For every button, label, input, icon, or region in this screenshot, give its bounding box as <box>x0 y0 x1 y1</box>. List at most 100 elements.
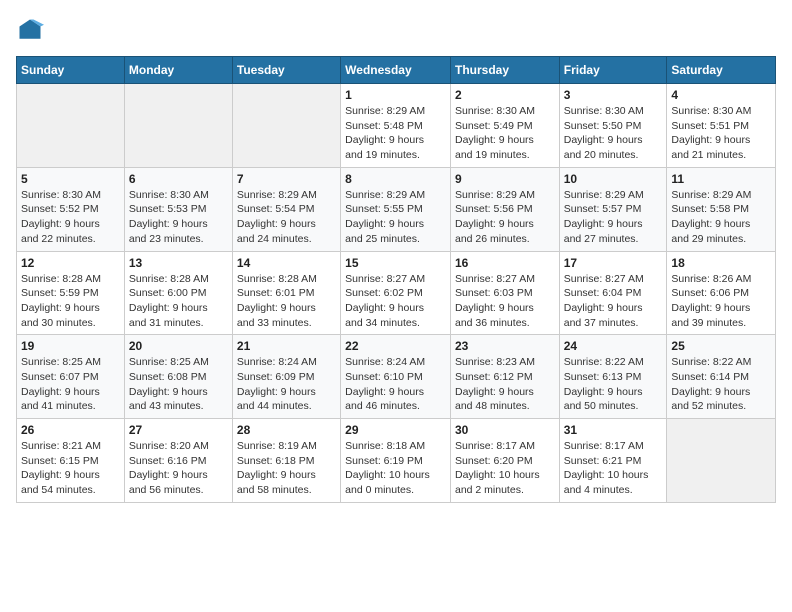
calendar-cell: 19 Sunrise: 8:25 AM Sunset: 6:07 PM Dayli… <box>17 335 125 419</box>
calendar-week-row: 26 Sunrise: 8:21 AM Sunset: 6:15 PM Dayli… <box>17 419 776 503</box>
day-detail: Sunrise: 8:29 AM Sunset: 5:55 PM Dayligh… <box>345 188 446 247</box>
day-number: 6 <box>129 172 228 186</box>
day-number: 14 <box>237 256 336 270</box>
calendar-week-row: 5 Sunrise: 8:30 AM Sunset: 5:52 PM Daylig… <box>17 167 776 251</box>
day-detail: Sunrise: 8:30 AM Sunset: 5:53 PM Dayligh… <box>129 188 228 247</box>
weekday-header-saturday: Saturday <box>667 57 776 84</box>
day-number: 31 <box>564 423 663 437</box>
day-detail: Sunrise: 8:25 AM Sunset: 6:07 PM Dayligh… <box>21 355 120 414</box>
day-detail: Sunrise: 8:28 AM Sunset: 5:59 PM Dayligh… <box>21 272 120 331</box>
weekday-header-sunday: Sunday <box>17 57 125 84</box>
calendar-cell: 15 Sunrise: 8:27 AM Sunset: 6:02 PM Dayli… <box>341 251 451 335</box>
day-number: 29 <box>345 423 446 437</box>
day-number: 15 <box>345 256 446 270</box>
day-number: 7 <box>237 172 336 186</box>
day-number: 23 <box>455 339 555 353</box>
calendar-cell: 8 Sunrise: 8:29 AM Sunset: 5:55 PM Daylig… <box>341 167 451 251</box>
day-detail: Sunrise: 8:29 AM Sunset: 5:56 PM Dayligh… <box>455 188 555 247</box>
calendar-cell: 11 Sunrise: 8:29 AM Sunset: 5:58 PM Dayli… <box>667 167 776 251</box>
day-detail: Sunrise: 8:29 AM Sunset: 5:48 PM Dayligh… <box>345 104 446 163</box>
calendar-table: SundayMondayTuesdayWednesdayThursdayFrid… <box>16 56 776 503</box>
calendar-cell: 27 Sunrise: 8:20 AM Sunset: 6:16 PM Dayli… <box>124 419 232 503</box>
calendar-cell: 1Sunrise: 8:29 AM Sunset: 5:48 PM Daylig… <box>341 84 451 168</box>
day-detail: Sunrise: 8:20 AM Sunset: 6:16 PM Dayligh… <box>129 439 228 498</box>
day-detail: Sunrise: 8:28 AM Sunset: 6:01 PM Dayligh… <box>237 272 336 331</box>
day-number: 30 <box>455 423 555 437</box>
calendar-week-row: 12 Sunrise: 8:28 AM Sunset: 5:59 PM Dayli… <box>17 251 776 335</box>
day-number: 3 <box>564 88 663 102</box>
calendar-cell: 24 Sunrise: 8:22 AM Sunset: 6:13 PM Dayli… <box>559 335 667 419</box>
day-number: 18 <box>671 256 771 270</box>
weekday-header-tuesday: Tuesday <box>232 57 340 84</box>
calendar-cell: 2Sunrise: 8:30 AM Sunset: 5:49 PM Daylig… <box>450 84 559 168</box>
day-detail: Sunrise: 8:30 AM Sunset: 5:50 PM Dayligh… <box>564 104 663 163</box>
day-detail: Sunrise: 8:27 AM Sunset: 6:04 PM Dayligh… <box>564 272 663 331</box>
calendar-cell: 5 Sunrise: 8:30 AM Sunset: 5:52 PM Daylig… <box>17 167 125 251</box>
calendar-week-row: 19 Sunrise: 8:25 AM Sunset: 6:07 PM Dayli… <box>17 335 776 419</box>
calendar-cell: 3 Sunrise: 8:30 AM Sunset: 5:50 PM Daylig… <box>559 84 667 168</box>
day-detail: Sunrise: 8:27 AM Sunset: 6:03 PM Dayligh… <box>455 272 555 331</box>
day-number: 12 <box>21 256 120 270</box>
day-number: 4 <box>671 88 771 102</box>
day-number: 2 <box>455 88 555 102</box>
day-detail: Sunrise: 8:27 AM Sunset: 6:02 PM Dayligh… <box>345 272 446 331</box>
day-detail: Sunrise: 8:30 AM Sunset: 5:52 PM Dayligh… <box>21 188 120 247</box>
day-number: 5 <box>21 172 120 186</box>
calendar-cell: 29 Sunrise: 8:18 AM Sunset: 6:19 PM Dayli… <box>341 419 451 503</box>
day-detail: Sunrise: 8:17 AM Sunset: 6:21 PM Dayligh… <box>564 439 663 498</box>
calendar-cell: 12 Sunrise: 8:28 AM Sunset: 5:59 PM Dayli… <box>17 251 125 335</box>
calendar-cell: 28 Sunrise: 8:19 AM Sunset: 6:18 PM Dayli… <box>232 419 340 503</box>
day-number: 8 <box>345 172 446 186</box>
weekday-header-monday: Monday <box>124 57 232 84</box>
day-detail: Sunrise: 8:28 AM Sunset: 6:00 PM Dayligh… <box>129 272 228 331</box>
calendar-cell: 31 Sunrise: 8:17 AM Sunset: 6:21 PM Dayli… <box>559 419 667 503</box>
calendar-cell: 16Sunrise: 8:27 AM Sunset: 6:03 PM Dayli… <box>450 251 559 335</box>
calendar-cell: 10Sunrise: 8:29 AM Sunset: 5:57 PM Dayli… <box>559 167 667 251</box>
calendar-cell: 20Sunrise: 8:25 AM Sunset: 6:08 PM Dayli… <box>124 335 232 419</box>
day-detail: Sunrise: 8:22 AM Sunset: 6:14 PM Dayligh… <box>671 355 771 414</box>
calendar-cell: 25 Sunrise: 8:22 AM Sunset: 6:14 PM Dayli… <box>667 335 776 419</box>
day-detail: Sunrise: 8:24 AM Sunset: 6:09 PM Dayligh… <box>237 355 336 414</box>
day-number: 19 <box>21 339 120 353</box>
day-detail: Sunrise: 8:18 AM Sunset: 6:19 PM Dayligh… <box>345 439 446 498</box>
weekday-header-friday: Friday <box>559 57 667 84</box>
calendar-cell <box>17 84 125 168</box>
calendar-cell: 26 Sunrise: 8:21 AM Sunset: 6:15 PM Dayli… <box>17 419 125 503</box>
day-detail: Sunrise: 8:30 AM Sunset: 5:51 PM Dayligh… <box>671 104 771 163</box>
calendar-cell <box>232 84 340 168</box>
calendar-cell: 9 Sunrise: 8:29 AM Sunset: 5:56 PM Daylig… <box>450 167 559 251</box>
calendar-cell: 17 Sunrise: 8:27 AM Sunset: 6:04 PM Dayli… <box>559 251 667 335</box>
calendar-cell <box>667 419 776 503</box>
day-number: 17 <box>564 256 663 270</box>
day-number: 27 <box>129 423 228 437</box>
day-number: 25 <box>671 339 771 353</box>
day-number: 11 <box>671 172 771 186</box>
day-detail: Sunrise: 8:21 AM Sunset: 6:15 PM Dayligh… <box>21 439 120 498</box>
weekday-header-row: SundayMondayTuesdayWednesdayThursdayFrid… <box>17 57 776 84</box>
day-detail: Sunrise: 8:29 AM Sunset: 5:54 PM Dayligh… <box>237 188 336 247</box>
day-number: 20 <box>129 339 228 353</box>
day-number: 9 <box>455 172 555 186</box>
page-header <box>16 16 776 44</box>
calendar-cell: 4 Sunrise: 8:30 AM Sunset: 5:51 PM Daylig… <box>667 84 776 168</box>
weekday-header-wednesday: Wednesday <box>341 57 451 84</box>
day-number: 24 <box>564 339 663 353</box>
day-detail: Sunrise: 8:29 AM Sunset: 5:57 PM Dayligh… <box>564 188 663 247</box>
calendar-week-row: 1Sunrise: 8:29 AM Sunset: 5:48 PM Daylig… <box>17 84 776 168</box>
logo-icon <box>16 16 44 44</box>
calendar-cell: 21Sunrise: 8:24 AM Sunset: 6:09 PM Dayli… <box>232 335 340 419</box>
day-number: 26 <box>21 423 120 437</box>
day-detail: Sunrise: 8:22 AM Sunset: 6:13 PM Dayligh… <box>564 355 663 414</box>
day-detail: Sunrise: 8:19 AM Sunset: 6:18 PM Dayligh… <box>237 439 336 498</box>
calendar-cell <box>124 84 232 168</box>
calendar-cell: 18 Sunrise: 8:26 AM Sunset: 6:06 PM Dayli… <box>667 251 776 335</box>
day-number: 13 <box>129 256 228 270</box>
day-number: 28 <box>237 423 336 437</box>
day-detail: Sunrise: 8:24 AM Sunset: 6:10 PM Dayligh… <box>345 355 446 414</box>
day-detail: Sunrise: 8:29 AM Sunset: 5:58 PM Dayligh… <box>671 188 771 247</box>
calendar-cell: 6 Sunrise: 8:30 AM Sunset: 5:53 PM Daylig… <box>124 167 232 251</box>
day-detail: Sunrise: 8:26 AM Sunset: 6:06 PM Dayligh… <box>671 272 771 331</box>
day-detail: Sunrise: 8:17 AM Sunset: 6:20 PM Dayligh… <box>455 439 555 498</box>
calendar-cell: 14 Sunrise: 8:28 AM Sunset: 6:01 PM Dayli… <box>232 251 340 335</box>
calendar-cell: 22Sunrise: 8:24 AM Sunset: 6:10 PM Dayli… <box>341 335 451 419</box>
